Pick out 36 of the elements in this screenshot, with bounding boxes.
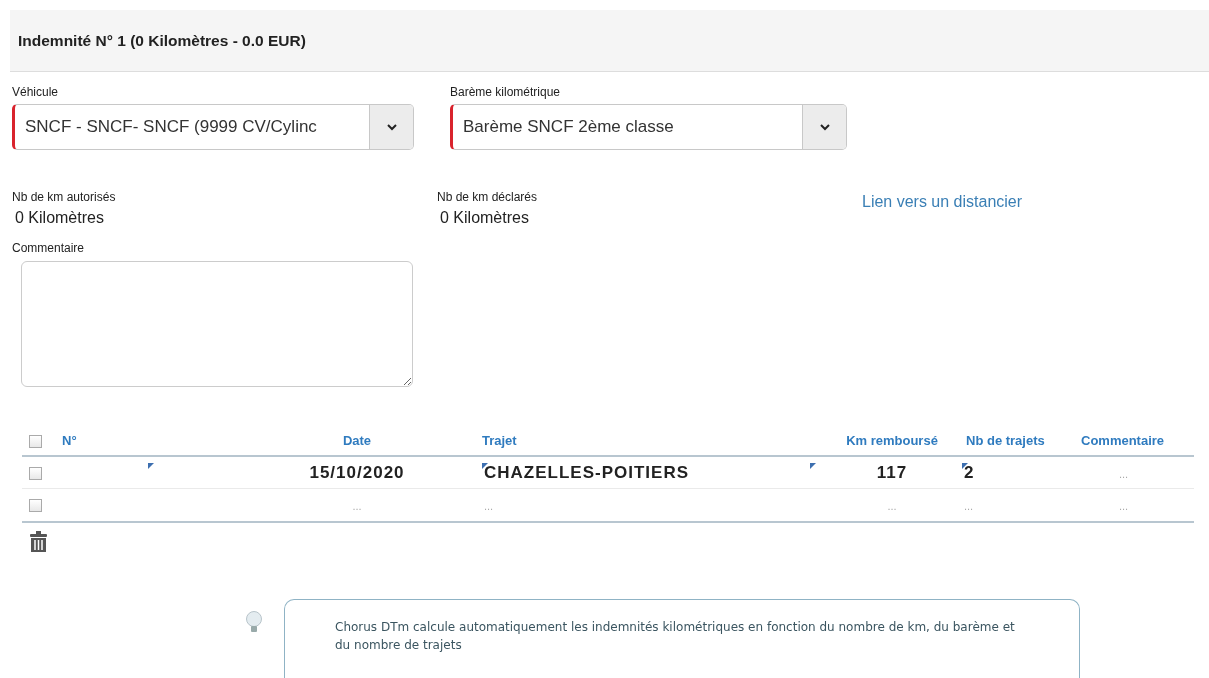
tip-text: Chorus DTm calcule automatiquement les indemnités kilométriques en fonction du nombre de km, du barème et du nombre de trajets — [335, 618, 1016, 655]
table-cell: ... — [484, 500, 494, 512]
column-header[interactable]: N° — [62, 433, 77, 448]
chevron-down-icon — [819, 123, 830, 131]
row-checkbox[interactable] — [29, 466, 42, 480]
column-header[interactable]: Nb de trajets — [966, 433, 1045, 448]
field-label: Véhicule — [12, 84, 60, 101]
field-value: 0 Kilomètres — [14, 208, 105, 228]
field-label: Barème kilométrique — [450, 84, 562, 101]
comment-field[interactable] — [21, 261, 413, 387]
column-header[interactable]: Commentaire — [1081, 433, 1165, 448]
table-cell: ... — [352, 500, 362, 512]
field-label: Commentaire — [12, 240, 86, 257]
field-label: Nb de km déclarés — [437, 189, 539, 206]
column-header[interactable]: Date — [342, 433, 372, 448]
field-label: Nb de km autorisés — [12, 189, 117, 206]
trash-icon[interactable] — [30, 530, 47, 552]
chevron-down-icon — [386, 123, 397, 131]
table-cell: 117 — [876, 462, 908, 482]
table-cell: ... — [964, 500, 974, 512]
lightbulb-icon — [246, 610, 262, 635]
table-cell: CHAZELLES-POITIERS — [484, 462, 689, 482]
field-value: 0 Kilomètres — [439, 208, 530, 228]
row-checkbox[interactable] — [29, 499, 42, 512]
table-cell: 2 — [964, 462, 975, 482]
table-cell: 15/10/2020 — [309, 462, 405, 482]
distance-link[interactable]: Lien vers un distancier — [862, 190, 1023, 230]
table-cell: ... — [887, 500, 897, 512]
select-field[interactable]: SNCF - SNCF- SNCF (9999 CV/Cylinc — [12, 104, 414, 150]
select-all-checkbox[interactable] — [29, 435, 42, 449]
table-cell: ... — [1119, 467, 1129, 480]
column-header[interactable]: Km remboursé — [846, 433, 938, 448]
table-cell: ... — [1119, 500, 1129, 512]
select-field[interactable]: Barème SNCF 2ème classe — [450, 104, 847, 150]
header-title: Indemnité N° 1 (0 Kilomètres - 0.0 EUR) — [18, 30, 306, 51]
column-header[interactable]: Trajet — [482, 433, 517, 448]
